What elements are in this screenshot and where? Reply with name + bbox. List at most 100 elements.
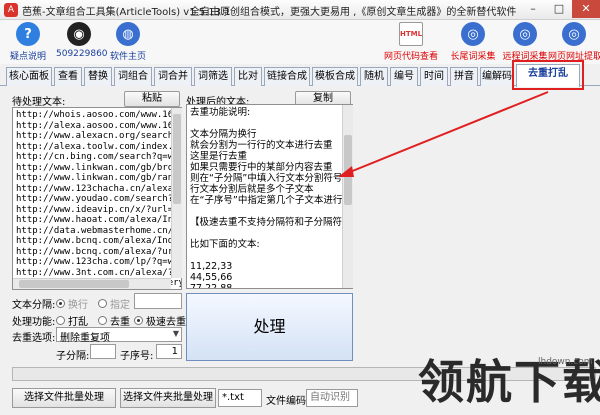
sub-separator-label: 子分隔: (56, 351, 90, 362)
input-line: http://alexa.aosoo.com/www.163.com (16, 120, 182, 131)
tab-word-merge[interactable]: 词合并 (154, 67, 192, 86)
input-vscrollbar[interactable] (171, 108, 182, 278)
radio-dot (56, 299, 65, 308)
qq-tool-label: 509229860 (56, 49, 108, 59)
output-line: 44,55,66 (190, 272, 233, 283)
input-line: http://www.linkwan.com/gb/broadmeter. (16, 162, 181, 173)
tab-word-combine[interactable]: 词组合 (114, 67, 152, 86)
tab-numbering[interactable]: 编号 (390, 67, 418, 86)
html-view-tool[interactable]: HTML 网页代码查看 (382, 22, 440, 62)
remote-keyword-icon: ◎ (513, 22, 537, 46)
batch-folder-button[interactable]: 选择文件夹批量处理 (120, 388, 216, 408)
separator-input[interactable] (134, 293, 182, 309)
output-vscrollbar[interactable] (342, 105, 353, 288)
func-dedup-radio[interactable]: 去重 (98, 313, 130, 328)
output-line: 去重功能说明: (190, 107, 251, 118)
input-line: http://www.ideavip.cn/x/?url=www.16 (16, 204, 181, 215)
func-shuffle-label: 打乱 (68, 317, 88, 328)
func-shuffle-radio[interactable]: 打乱 (56, 313, 88, 328)
watermark-url: lhdown.com (538, 357, 593, 367)
watermark-logo: 领航下载 (418, 355, 600, 409)
input-line: http://www.123chacha.cn/alexa/?url=w (16, 183, 181, 194)
output-textarea[interactable]: 去重功能说明: 文本分隔为换行 就会分割为一行行的文本进行去重 这里是行去重 如果只需… (186, 104, 353, 289)
output-line: 77,22,88 (190, 283, 233, 289)
input-textarea[interactable]: http://whois.aosoo.com/www.163.com http:/… (12, 107, 182, 290)
highlight-box (512, 60, 584, 90)
output-line: 【极速去重不支持分隔符和子分隔符设置】 (190, 217, 353, 228)
sub-index-input[interactable]: 1 (156, 344, 182, 359)
help-tool[interactable]: ? 疑点说明 (8, 22, 48, 62)
html-view-tool-label: 网页代码查看 (383, 52, 438, 62)
file-extension-input[interactable]: *.txt (218, 389, 262, 407)
output-line: 文本分隔为换行 (190, 129, 257, 140)
title-bar: A 芭蕉-文章组合工具集(ArticleTools) v1.5.13.1 全自由… (0, 0, 600, 20)
toolbar: ? 疑点说明 ◉ 509229860 ◍ 软件主页 HTML 网页代码查看 ◎ … (0, 20, 600, 64)
longtail-tool-label: 长尾词采集 (450, 52, 496, 62)
input-line: http://cn.bing.com/search?q=www.163. (16, 152, 181, 162)
app-icon: A (4, 3, 18, 17)
func-fast-dedup-label: 极速去重 (146, 317, 186, 328)
tab-pinyin[interactable]: 拼音 (450, 67, 478, 86)
sub-separator-input[interactable] (90, 344, 116, 359)
close-button[interactable]: ✕ (572, 0, 600, 18)
tab-link-compose[interactable]: 链接合成 (264, 67, 310, 86)
paste-button[interactable]: 粘贴 (124, 91, 180, 107)
chevron-down-icon: ▼ (172, 329, 179, 338)
radio-dot (98, 316, 107, 325)
dedup-option-select[interactable]: 删除重复项 ▼ (56, 327, 182, 344)
longtail-tool[interactable]: ◎ 长尾词采集 (448, 22, 498, 62)
url-extract-tool[interactable]: ◎ 网页网址提取 (548, 22, 600, 62)
tab-word-filter[interactable]: 词筛选 (194, 67, 232, 86)
dedup-option-label: 去重选项: (12, 333, 56, 344)
radio-dot (134, 316, 143, 325)
output-line: 如果只需要行中的某部分内容去重 (190, 162, 333, 173)
radio-dot (98, 299, 107, 308)
homepage-tool[interactable]: ◍ 软件主页 (108, 22, 148, 62)
input-line: http://whois.aosoo.com/www.163.com (16, 110, 182, 120)
sub-index-label: 子序号: (120, 351, 154, 362)
tab-replace[interactable]: 替换 (84, 67, 112, 86)
window-subtitle: 全自由原创组合模式，更强大更易用 ,《原创文章生成器》的全新替代软件 (190, 7, 517, 18)
tab-codec[interactable]: 编解码 (480, 67, 514, 86)
input-line: http://data.webmasterhome.cn/indexed. (16, 225, 181, 236)
func-fast-dedup-radio[interactable]: 极速去重 (134, 313, 186, 328)
func-dedup-label: 去重 (110, 317, 130, 328)
qq-penguin-icon: ◉ (67, 22, 91, 46)
encoding-label: 文件编码: (266, 396, 310, 407)
minimize-button[interactable]: – (520, 0, 546, 18)
tail-keyword-icon: ◎ (461, 22, 485, 46)
input-line: http://www.3nt.com.cn/alexa/?Domain= (16, 267, 181, 278)
output-line: 在“子序号”中指定第几个子文本进行去重 (190, 195, 353, 206)
html-file-icon: HTML (399, 22, 423, 46)
process-button[interactable]: 处理 (186, 293, 353, 361)
tab-random[interactable]: 随机 (360, 67, 388, 86)
question-icon: ? (16, 22, 40, 46)
globe-icon: ◍ (116, 22, 140, 46)
maximize-button[interactable]: □ (546, 0, 572, 18)
url-extract-icon: ◎ (562, 22, 586, 46)
output-line: 行文本分割后就是多个子文本 (190, 184, 314, 195)
tab-core-panel[interactable]: 核心面板 (6, 67, 52, 86)
encoding-select[interactable]: 自动识别 (306, 389, 358, 407)
output-line: 则在“子分隔”中填入行文本分割符号 (190, 173, 343, 184)
separator-custom-radio[interactable]: 指定 (98, 296, 130, 311)
tab-template-compose[interactable]: 模板合成 (312, 67, 358, 86)
qq-tool[interactable]: ◉ 509229860 (56, 22, 108, 59)
separator-newline-radio[interactable]: 换行 (56, 296, 88, 311)
output-line: 比如下面的文本: (190, 239, 260, 250)
input-line: http://www.linkwan.com/gb/rank/alexa (16, 173, 181, 183)
batch-file-button[interactable]: 选择文件批量处理 (12, 388, 116, 408)
output-line: 11,22,33 (190, 261, 233, 272)
tab-time[interactable]: 时间 (420, 67, 448, 86)
encoding-value: 自动识别 (310, 392, 350, 403)
input-hscrollbar[interactable] (13, 278, 171, 289)
tab-view[interactable]: 查看 (54, 67, 82, 86)
tab-compare[interactable]: 比对 (234, 67, 262, 86)
function-label: 处理功能: (12, 317, 56, 328)
input-line: http://alexa.toolw.com/index.asp?Doma (16, 141, 181, 152)
separator-label: 文本分隔: (12, 300, 56, 311)
remote-tool[interactable]: ◎ 远程词采集 (500, 22, 550, 62)
